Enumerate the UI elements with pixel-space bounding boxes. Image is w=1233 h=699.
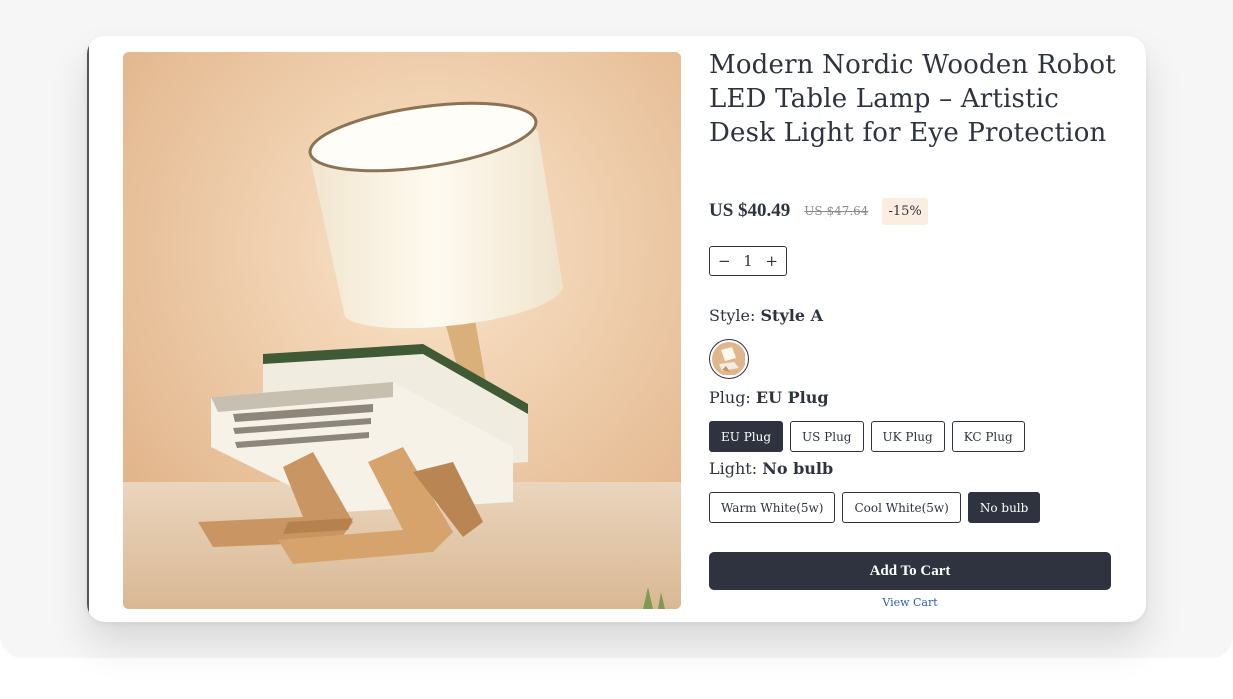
style-swatch-style-a[interactable] xyxy=(709,339,749,379)
quantity-value[interactable]: 1 xyxy=(743,252,753,270)
lamp-photo-illustration xyxy=(123,52,681,609)
style-option-label: Style: Style A xyxy=(709,306,823,325)
view-cart-link[interactable]: View Cart xyxy=(709,596,1111,609)
plug-option-eu[interactable]: EU Plug xyxy=(709,421,784,452)
light-options: Warm White(5w) Cool White(5w) No bulb xyxy=(709,492,1041,523)
plug-option-uk[interactable]: UK Plug xyxy=(870,421,945,452)
lamp-thumbnail-icon xyxy=(712,342,745,375)
light-label-text: Light: xyxy=(709,459,758,478)
price-row: US $40.49 US $47.64 -15% xyxy=(709,196,928,226)
plug-options: EU Plug US Plug UK Plug KC Plug xyxy=(709,421,1025,452)
light-option-label: Light: No bulb xyxy=(709,459,833,478)
light-option-no-bulb[interactable]: No bulb xyxy=(967,492,1041,523)
quantity-increase-button[interactable]: + xyxy=(765,252,778,270)
light-selected-value: No bulb xyxy=(762,459,834,478)
style-swatch-thumbnail xyxy=(712,342,746,376)
compare-at-price: US $47.64 xyxy=(804,204,869,218)
quantity-decrease-button[interactable]: − xyxy=(718,252,731,270)
light-option-warm-white[interactable]: Warm White(5w) xyxy=(709,492,836,523)
plug-selected-value: EU Plug xyxy=(755,388,829,407)
quantity-stepper: − 1 + xyxy=(709,246,787,276)
light-option-cool-white[interactable]: Cool White(5w) xyxy=(842,492,961,523)
plug-label-text: Plug: xyxy=(709,388,751,407)
plug-option-label: Plug: EU Plug xyxy=(709,388,829,407)
discount-badge: -15% xyxy=(882,197,928,225)
style-label-text: Style: xyxy=(709,306,756,325)
plug-option-us[interactable]: US Plug xyxy=(790,421,864,452)
card-edge-divider xyxy=(87,46,89,612)
sale-price: US $40.49 xyxy=(709,200,791,221)
product-card: Modern Nordic Wooden Robot LED Table Lam… xyxy=(87,36,1146,622)
product-image[interactable] xyxy=(123,52,681,609)
plug-option-kc[interactable]: KC Plug xyxy=(951,421,1025,452)
add-to-cart-button[interactable]: Add To Cart xyxy=(709,552,1111,590)
style-selected-value: Style A xyxy=(760,306,823,325)
product-title: Modern Nordic Wooden Robot LED Table Lam… xyxy=(709,50,1116,148)
